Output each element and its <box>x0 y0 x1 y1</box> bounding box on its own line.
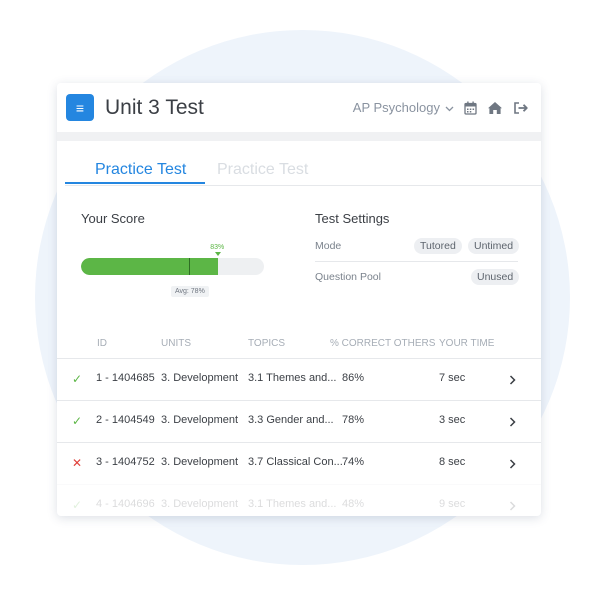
chevron-right-icon[interactable] <box>509 456 516 474</box>
sign-out-icon[interactable] <box>513 101 529 115</box>
test-results-card: ≡ Unit 3 Test AP Psychology Practice Tes… <box>57 83 541 516</box>
mode-tutored-pill: Tutored <box>414 238 462 254</box>
column-header-correct-others: % CORRECT OTHERS <box>330 338 436 349</box>
course-selector[interactable]: AP Psychology <box>353 100 454 115</box>
question-time: 9 sec <box>439 498 466 510</box>
settings-section-title: Test Settings <box>315 211 390 226</box>
course-name: AP Psychology <box>352 100 440 115</box>
header-divider-band <box>57 132 541 141</box>
settings-divider <box>315 261 518 262</box>
chevron-right-icon[interactable] <box>509 498 516 516</box>
chevron-right-icon[interactable] <box>509 372 516 390</box>
chevron-right-icon[interactable] <box>509 414 516 432</box>
question-topic: 3.1 Themes and... <box>248 498 337 510</box>
header-bar: ≡ Unit 3 Test AP Psychology <box>57 83 541 132</box>
column-header-your-time: YOUR TIME <box>439 338 495 349</box>
question-unit: 3. Development <box>161 456 239 468</box>
table-row[interactable]: ✓ 2 - 1404549 3. Development 3.3 Gender … <box>57 400 541 442</box>
chevron-down-icon <box>445 100 454 115</box>
question-unit: 3. Development <box>161 414 239 426</box>
table-row[interactable]: ✓ 4 - 1404696 3. Development 3.1 Themes … <box>57 484 541 516</box>
question-topic: 3.3 Gender and... <box>248 414 334 426</box>
tab-practice-test-inactive[interactable]: Practice Test <box>217 161 308 179</box>
score-bar-fill <box>81 258 219 275</box>
question-time: 3 sec <box>439 414 466 426</box>
active-tab-indicator <box>65 182 205 184</box>
question-percent-correct: 86% <box>342 372 365 384</box>
hamburger-icon: ≡ <box>75 99 85 116</box>
score-section-title: Your Score <box>81 211 145 226</box>
question-id: 3 - 1404752 <box>96 456 155 468</box>
question-unit: 3. Development <box>161 372 239 384</box>
question-unit: 3. Development <box>161 498 239 510</box>
score-bar <box>81 258 264 275</box>
tab-bar: Practice Test Practice Test <box>65 141 541 186</box>
table-row[interactable]: ✕ 3 - 1404752 3. Development 3.7 Classic… <box>57 442 541 484</box>
question-percent-correct: 48% <box>342 498 365 510</box>
question-topic: 3.1 Themes and... <box>248 372 337 384</box>
incorrect-x-icon: ✕ <box>72 456 83 470</box>
question-pool-label: Question Pool <box>315 271 381 283</box>
question-time: 8 sec <box>439 456 466 468</box>
question-percent-correct: 78% <box>342 414 365 426</box>
question-percent-correct: 74% <box>342 456 365 468</box>
correct-check-icon: ✓ <box>72 414 83 428</box>
mode-untimed-pill: Untimed <box>468 238 520 254</box>
menu-button[interactable]: ≡ <box>66 94 94 121</box>
question-pool-pill: Unused <box>471 269 520 285</box>
column-header-units: UNITS <box>161 338 191 349</box>
table-row[interactable]: ✓ 1 - 1404685 3. Development 3.1 Themes … <box>57 358 541 400</box>
mode-label: Mode <box>315 240 342 252</box>
average-marker <box>188 258 190 275</box>
tab-practice-test-active[interactable]: Practice Test <box>95 161 186 179</box>
correct-check-icon: ✓ <box>72 498 83 512</box>
correct-check-icon: ✓ <box>72 372 83 386</box>
question-time: 7 sec <box>439 372 466 384</box>
column-header-id: ID <box>97 338 107 349</box>
column-header-topics: TOPICS <box>248 338 286 349</box>
average-label: Avg: 78% <box>170 286 209 297</box>
page-title: Unit 3 Test <box>105 95 204 119</box>
calendar-icon[interactable] <box>464 101 477 115</box>
score-percent-label: 83% <box>210 244 225 251</box>
score-pointer-icon <box>215 252 222 256</box>
home-icon[interactable] <box>487 101 503 115</box>
question-id: 1 - 1404685 <box>96 372 155 384</box>
question-id: 4 - 1404696 <box>96 498 155 510</box>
question-id: 2 - 1404549 <box>96 414 155 426</box>
question-topic: 3.7 Classical Con... <box>248 456 343 468</box>
